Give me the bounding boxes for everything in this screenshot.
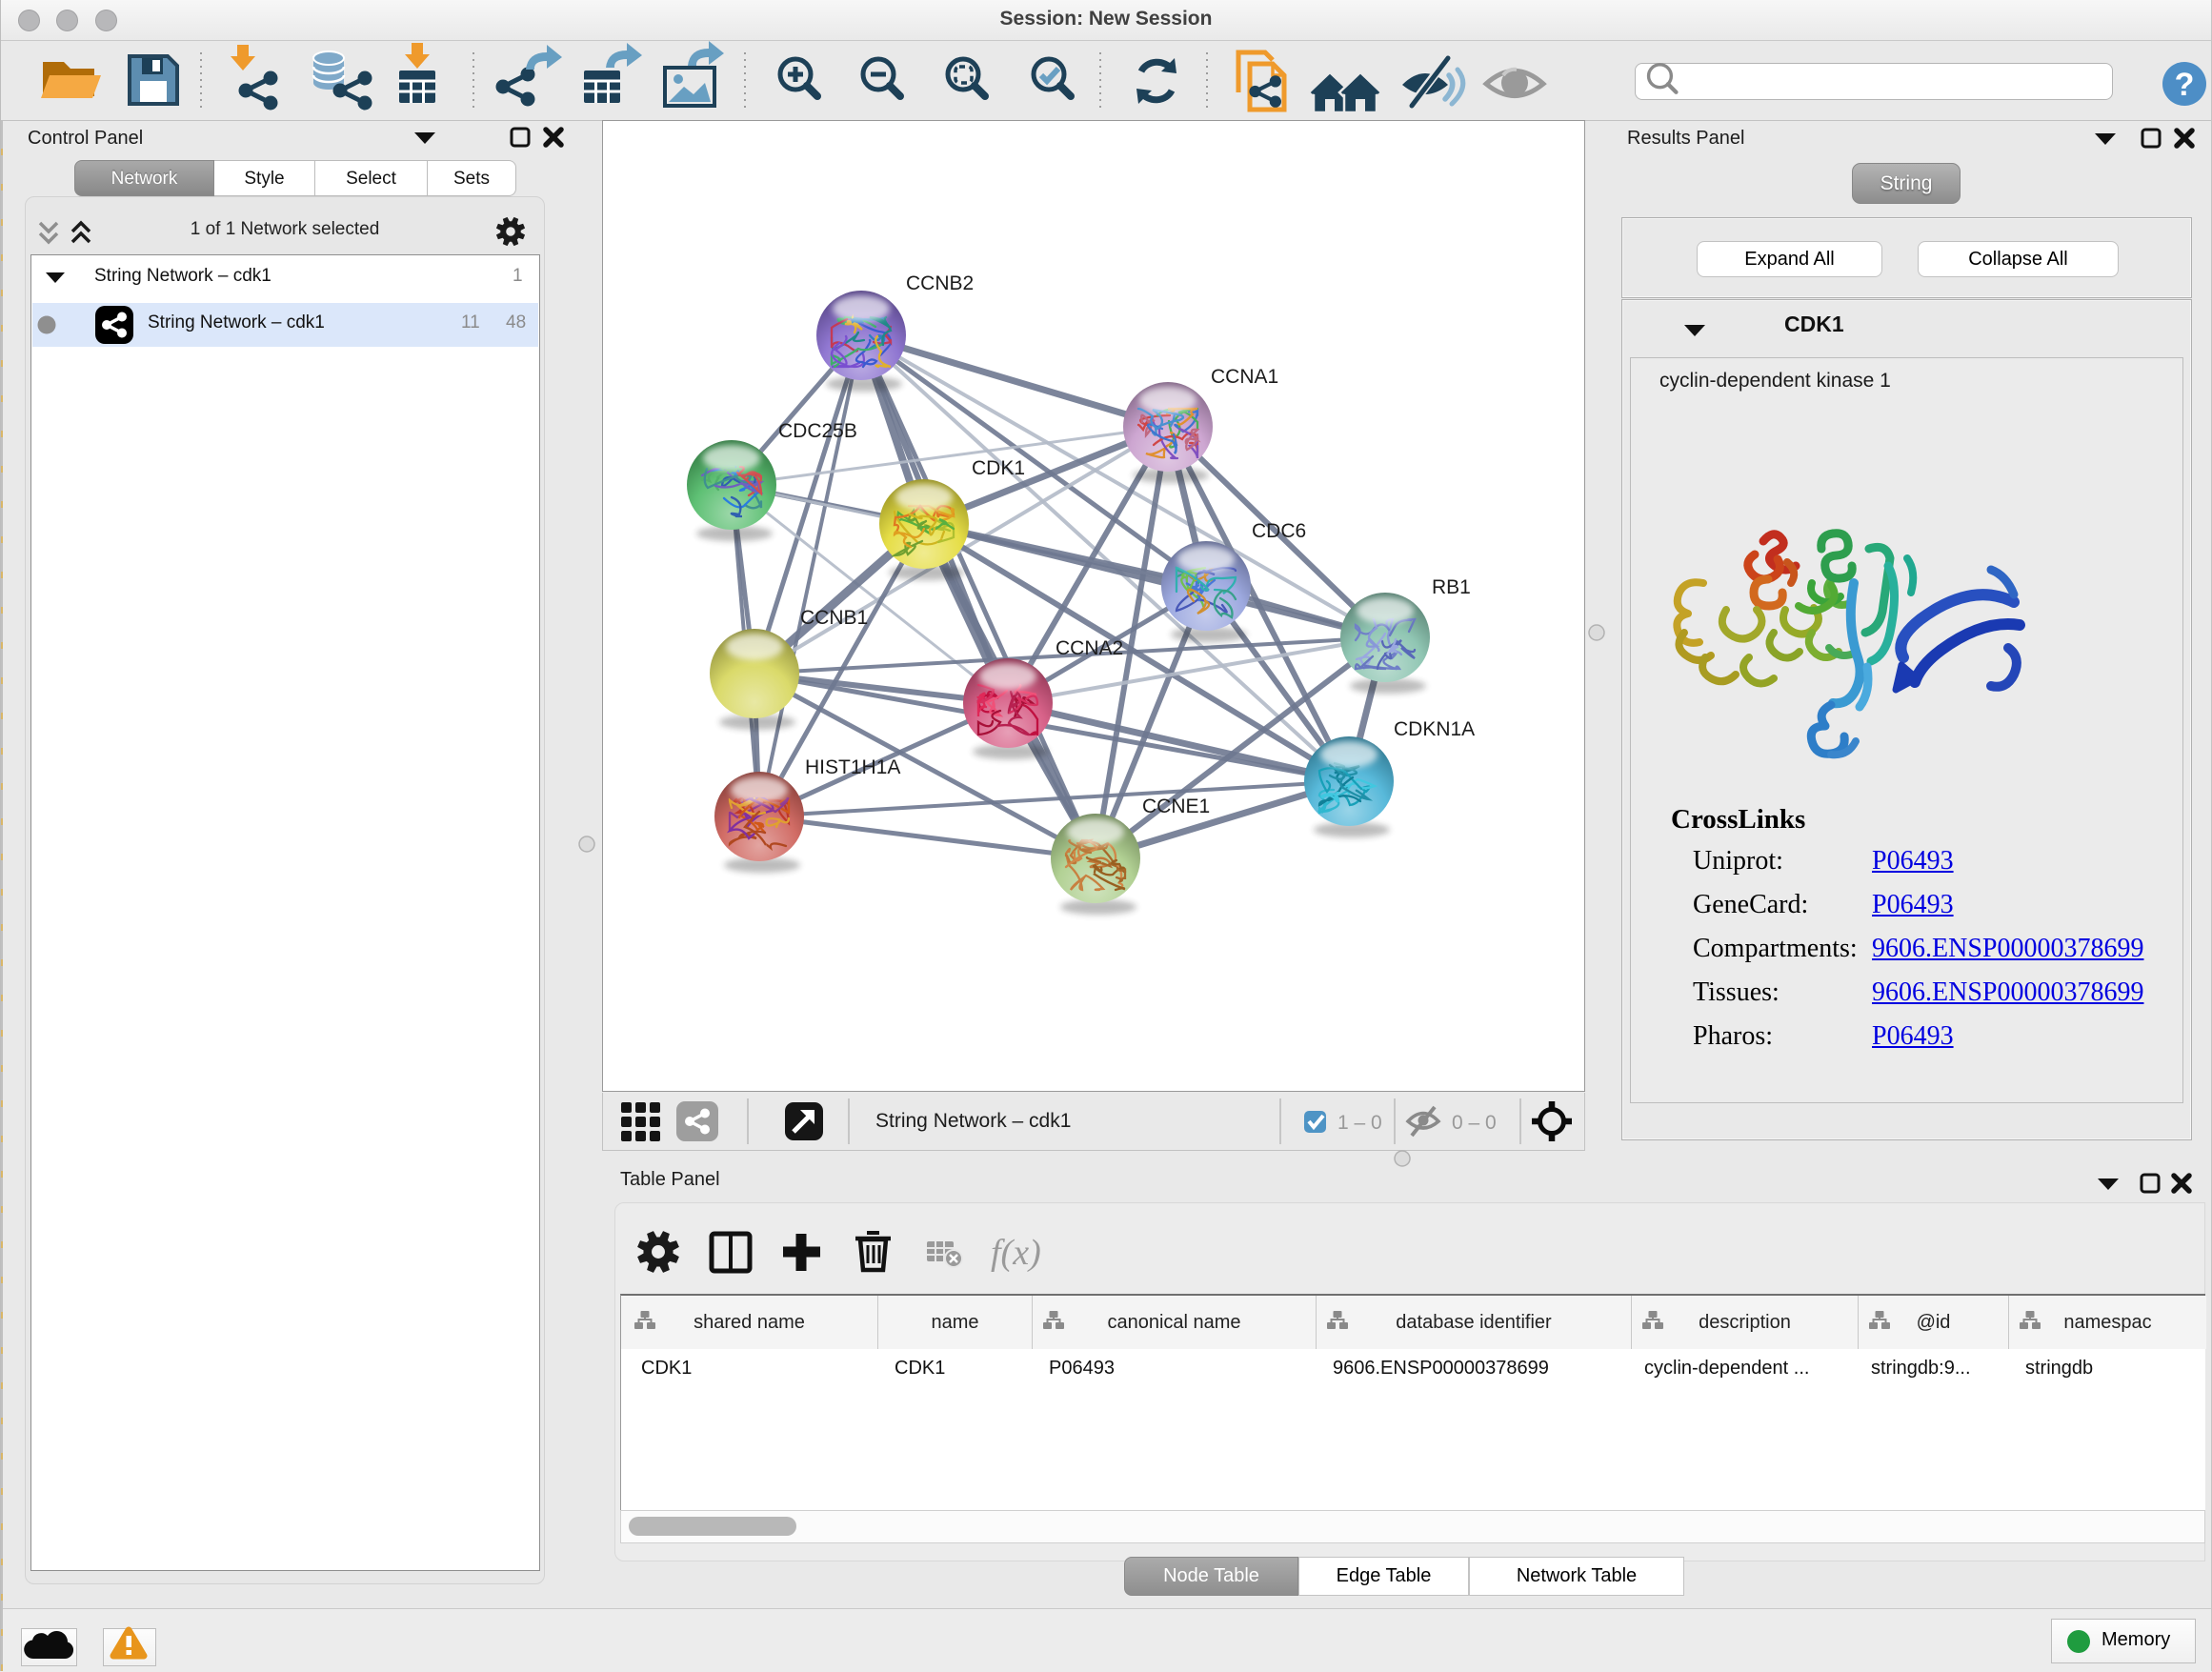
svg-text:CCNA1: CCNA1 xyxy=(1211,366,1278,388)
svg-text:CDKN1A: CDKN1A xyxy=(1394,718,1475,740)
svg-text:RB1: RB1 xyxy=(1432,576,1471,598)
svg-text:CCNB1: CCNB1 xyxy=(800,607,868,629)
svg-text:CCNB2: CCNB2 xyxy=(906,272,974,294)
svg-text:CCNA2: CCNA2 xyxy=(1056,637,1123,659)
svg-text:HIST1H1A: HIST1H1A xyxy=(805,756,900,778)
svg-text:CDK1: CDK1 xyxy=(972,457,1025,479)
svg-text:CCNE1: CCNE1 xyxy=(1142,796,1210,817)
svg-text:CDC25B: CDC25B xyxy=(778,420,857,442)
svg-text:CDC6: CDC6 xyxy=(1252,520,1306,542)
